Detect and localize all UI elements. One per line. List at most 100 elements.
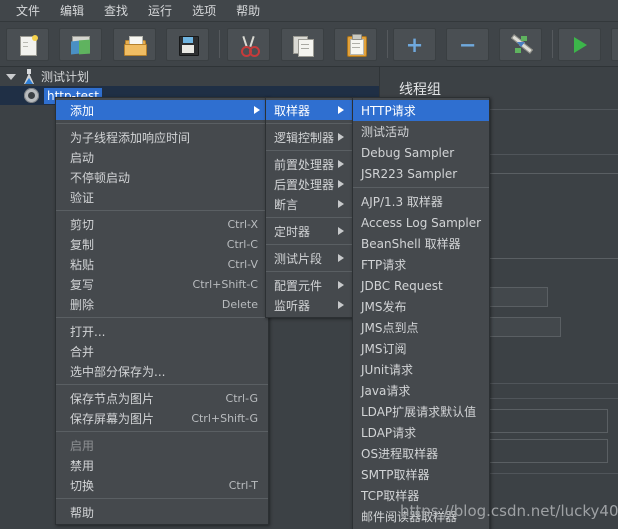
sampler-submenu-item[interactable]: LDAP请求 bbox=[353, 422, 489, 443]
context-menu-item[interactable]: 复写 Ctrl+Shift-C bbox=[56, 274, 268, 294]
sampler-submenu-item[interactable]: OS进程取样器 bbox=[353, 443, 489, 464]
context-menu-item[interactable]: 保存节点为图片 Ctrl-G bbox=[56, 388, 268, 408]
menubar-item-0[interactable]: 文件 bbox=[6, 0, 50, 21]
add-submenu-item[interactable]: 逻辑控制器 bbox=[266, 127, 352, 147]
clipboard-paste-icon bbox=[344, 33, 368, 57]
toolbar-button-cut[interactable] bbox=[227, 28, 270, 61]
chevron-down-icon[interactable] bbox=[6, 73, 16, 80]
context-menu-item[interactable]: 复制 Ctrl-C bbox=[56, 234, 268, 254]
menubar-item-4[interactable]: 选项 bbox=[182, 0, 226, 21]
add-submenu-item[interactable]: 前置处理器 bbox=[266, 154, 352, 174]
toolbar-button-save[interactable] bbox=[166, 28, 209, 61]
sampler-submenu-item-label: AJP/1.3 取样器 bbox=[361, 195, 443, 209]
toggle-pencils-icon bbox=[509, 33, 533, 56]
copy-icon bbox=[291, 34, 315, 57]
sampler-submenu-item-label: Java请求 bbox=[361, 384, 411, 398]
menubar-item-2[interactable]: 查找 bbox=[94, 0, 138, 21]
sampler-submenu-item[interactable]: TCP取样器 bbox=[353, 485, 489, 506]
context-menu-item-label: 帮助 bbox=[70, 505, 95, 520]
tree-node-test-plan[interactable]: 测试计划 bbox=[0, 67, 379, 86]
context-menu-item-label: 切换 bbox=[70, 478, 95, 493]
sampler-submenu-item[interactable]: JUnit请求 bbox=[353, 359, 489, 380]
sampler-submenu-item[interactable]: 测试活动 bbox=[353, 121, 489, 142]
sampler-submenu-item[interactable]: Access Log Sampler bbox=[353, 212, 489, 233]
chevron-right-icon bbox=[338, 106, 344, 114]
context-menu-item[interactable]: 保存屏幕为图片 Ctrl+Shift-G bbox=[56, 408, 268, 428]
add-submenu-item-label: 监听器 bbox=[274, 298, 311, 313]
green-play-icon bbox=[568, 34, 592, 56]
chevron-right-icon bbox=[254, 106, 260, 114]
sampler-submenu-item[interactable]: SMTP取样器 bbox=[353, 464, 489, 485]
context-menu-item[interactable]: 粘贴 Ctrl-V bbox=[56, 254, 268, 274]
sampler-submenu-item[interactable]: 邮件阅读器取样器 bbox=[353, 506, 489, 527]
add-submenu[interactable]: 取样器逻辑控制器前置处理器 后置处理器 断言定时器测试片段配置元件监听器 bbox=[265, 97, 353, 318]
add-submenu-separator bbox=[266, 217, 352, 218]
context-menu-separator bbox=[56, 317, 268, 318]
add-submenu-item[interactable]: 监听器 bbox=[266, 295, 352, 315]
toolbar-button-collapse-all[interactable]: − bbox=[446, 28, 489, 61]
menubar-item-3[interactable]: 运行 bbox=[138, 0, 182, 21]
context-menu-item[interactable]: 剪切 Ctrl-X bbox=[56, 214, 268, 234]
toolbar-button-toggle[interactable] bbox=[499, 28, 542, 61]
context-menu-item[interactable]: 添加 bbox=[56, 100, 268, 120]
toolbar-button-new-test-plan[interactable] bbox=[6, 28, 49, 61]
sampler-submenu-item[interactable]: JMS发布 bbox=[353, 296, 489, 317]
context-menu-separator bbox=[56, 498, 268, 499]
sampler-submenu-item-label: JMS点到点 bbox=[361, 321, 419, 335]
context-menu-item-accelerator: Ctrl+Shift-G bbox=[191, 411, 258, 425]
page-title: 线程组 bbox=[399, 82, 441, 98]
sampler-submenu-item[interactable]: JMS点到点 bbox=[353, 317, 489, 338]
context-menu-item[interactable]: 帮助 bbox=[56, 502, 268, 522]
add-submenu-item[interactable]: 配置元件 bbox=[266, 275, 352, 295]
context-menu-item[interactable]: 选中部分保存为... bbox=[56, 361, 268, 381]
context-menu-item-label: 禁用 bbox=[70, 458, 95, 473]
sampler-submenu-item-label: HTTP请求 bbox=[361, 104, 416, 118]
context-menu-item[interactable]: 合并 bbox=[56, 341, 268, 361]
context-menu-item[interactable]: 验证 bbox=[56, 187, 268, 207]
context-menu-item-label: 保存屏幕为图片 bbox=[70, 411, 155, 426]
toolbar-button-paste[interactable] bbox=[334, 28, 377, 61]
context-menu-item[interactable]: 启动 bbox=[56, 147, 268, 167]
add-submenu-item[interactable]: 取样器 bbox=[266, 100, 352, 120]
sampler-submenu-item-label: LDAP请求 bbox=[361, 426, 417, 440]
sampler-submenu-item[interactable]: JDBC Request bbox=[353, 275, 489, 296]
context-menu-item[interactable]: 打开... bbox=[56, 321, 268, 341]
menubar-item-5[interactable]: 帮助 bbox=[226, 0, 270, 21]
context-menu-item[interactable]: 切换 Ctrl-T bbox=[56, 475, 268, 495]
add-submenu-item-label: 测试片段 bbox=[274, 251, 323, 266]
menubar-item-1[interactable]: 编辑 bbox=[50, 0, 94, 21]
sampler-submenu-item[interactable]: FTP请求 bbox=[353, 254, 489, 275]
toolbar-button-start-no-pauses[interactable] bbox=[611, 28, 618, 61]
test-plan-flask-icon bbox=[22, 69, 36, 84]
jmeter-window: 文件 编辑 查找 运行 选项 帮助 + − 测试计划 http-test 线程组… bbox=[0, 0, 618, 529]
add-submenu-item[interactable]: 测试片段 bbox=[266, 248, 352, 268]
toolbar-button-open[interactable] bbox=[113, 28, 156, 61]
context-menu-item[interactable]: 删除 Delete bbox=[56, 294, 268, 314]
toolbar-button-copy[interactable] bbox=[281, 28, 324, 61]
sampler-submenu-item-label: JSR223 Sampler bbox=[361, 166, 458, 181]
add-submenu-item[interactable]: 断言 bbox=[266, 194, 352, 214]
add-submenu-item[interactable]: 后置处理器 bbox=[266, 174, 352, 194]
sampler-submenu[interactable]: HTTP请求测试活动 Debug Sampler JSR223 Sampler AJP… bbox=[352, 97, 490, 529]
sampler-submenu-item[interactable]: HTTP请求 bbox=[353, 100, 489, 121]
add-submenu-item[interactable]: 定时器 bbox=[266, 221, 352, 241]
add-submenu-item-label: 定时器 bbox=[274, 224, 311, 239]
toolbar-button-expand-all[interactable]: + bbox=[393, 28, 436, 61]
sampler-submenu-item[interactable]: BeanShell 取样器 bbox=[353, 233, 489, 254]
sampler-submenu-item[interactable]: JSR223 Sampler bbox=[353, 163, 489, 184]
sampler-submenu-item[interactable]: Java请求 bbox=[353, 380, 489, 401]
toolbar-separator-2 bbox=[387, 30, 388, 58]
chevron-right-icon bbox=[338, 180, 344, 188]
toolbar-button-templates[interactable] bbox=[59, 28, 102, 61]
context-menu-item[interactable]: 启用 bbox=[56, 435, 268, 455]
context-menu-item[interactable]: 禁用 bbox=[56, 455, 268, 475]
context-menu-item[interactable]: 为子线程添加响应时间 bbox=[56, 127, 268, 147]
sampler-submenu-item[interactable]: AJP/1.3 取样器 bbox=[353, 191, 489, 212]
sampler-submenu-item[interactable]: LDAP扩展请求默认值 bbox=[353, 401, 489, 422]
sampler-submenu-item[interactable]: Debug Sampler bbox=[353, 142, 489, 163]
context-menu-item-label: 复制 bbox=[70, 237, 95, 252]
toolbar-button-start[interactable] bbox=[558, 28, 601, 61]
context-menu-item[interactable]: 不停顿启动 bbox=[56, 167, 268, 187]
sampler-submenu-item[interactable]: JMS订阅 bbox=[353, 338, 489, 359]
tree-context-menu[interactable]: 添加为子线程添加响应时间 启动 不停顿启动 验证剪切 Ctrl-X 复制 Ctrl-C 粘贴 C… bbox=[55, 97, 269, 525]
